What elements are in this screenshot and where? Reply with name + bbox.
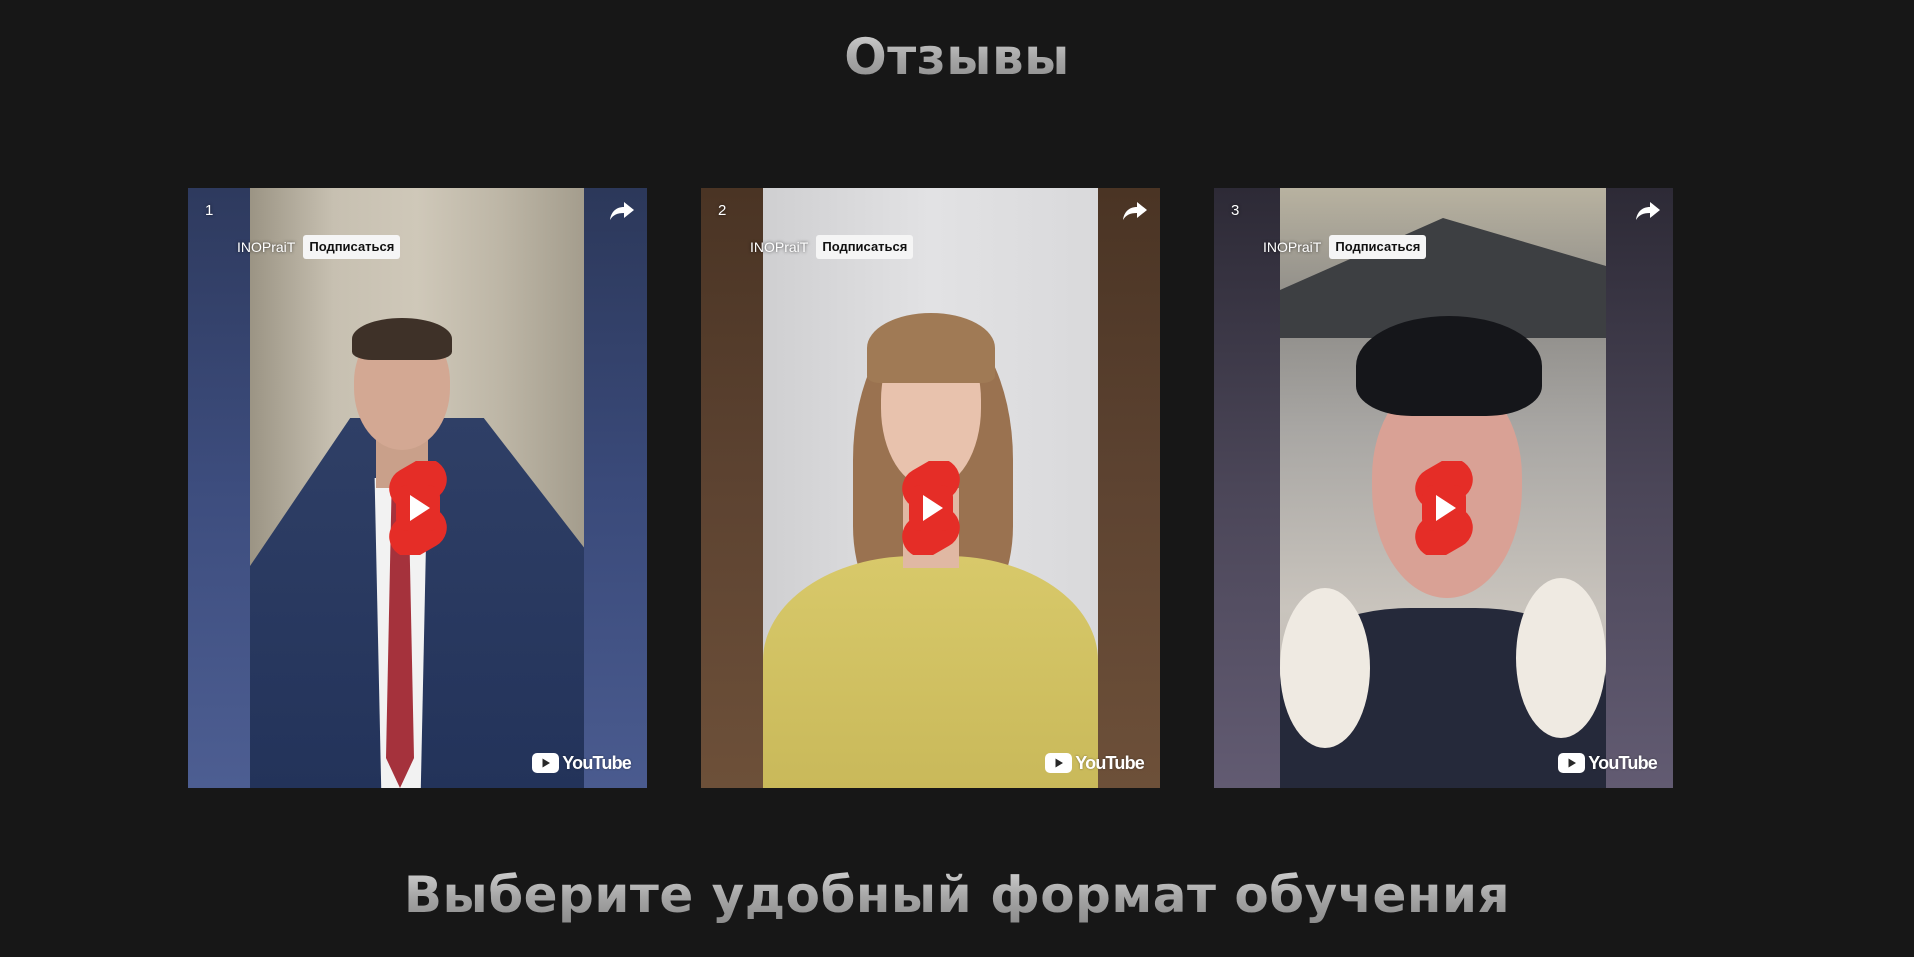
cap-shape: [1356, 316, 1542, 416]
video-index: 2: [718, 202, 727, 219]
video-index: 3: [1231, 202, 1240, 219]
youtube-logo[interactable]: YouTube: [1045, 753, 1145, 773]
youtube-wordmark: YouTube: [1588, 753, 1658, 773]
video-card-2[interactable]: 2 INOPraiT Подписаться YouTube: [701, 188, 1160, 788]
share-icon[interactable]: [1635, 200, 1661, 222]
channel-row: INOPraiT Подписаться: [750, 235, 914, 259]
hair-shape: [352, 318, 452, 360]
youtube-logo[interactable]: YouTube: [1558, 753, 1658, 773]
share-icon[interactable]: [609, 200, 635, 222]
channel-name[interactable]: INOPraiT: [237, 238, 295, 256]
video-side-left: [1214, 188, 1280, 788]
video-card-3[interactable]: 3 INOPraiT Подписаться YouTube: [1214, 188, 1673, 788]
hair-top-shape: [867, 313, 995, 383]
subscribe-button[interactable]: Подписаться: [1329, 235, 1427, 259]
share-icon[interactable]: [1122, 200, 1148, 222]
video-side-left: [188, 188, 250, 788]
video-side-right: [584, 188, 647, 788]
youtube-shorts-play-icon[interactable]: [1408, 461, 1480, 555]
channel-name[interactable]: INOPraiT: [1263, 238, 1321, 256]
video-side-right: [1098, 188, 1160, 788]
youtube-shorts-play-icon[interactable]: [895, 461, 967, 555]
youtube-shorts-play-icon[interactable]: [382, 461, 454, 555]
reviews-heading: Отзывы: [0, 26, 1914, 88]
youtube-logo-icon: [1558, 753, 1586, 773]
youtube-wordmark: YouTube: [562, 753, 632, 773]
subscribe-button[interactable]: Подписаться: [303, 235, 401, 259]
youtube-wordmark: YouTube: [1075, 753, 1145, 773]
youtube-logo[interactable]: YouTube: [532, 753, 632, 773]
video-side-right: [1606, 188, 1673, 788]
youtube-logo-icon: [532, 753, 560, 773]
collar-right-shape: [1516, 578, 1606, 738]
format-heading: Выберите удобный формат обучения: [0, 864, 1914, 926]
channel-row: INOPraiT Подписаться: [237, 235, 401, 259]
collar-left-shape: [1280, 588, 1370, 748]
video-index: 1: [205, 202, 214, 219]
subscribe-button[interactable]: Подписаться: [816, 235, 914, 259]
channel-name[interactable]: INOPraiT: [750, 238, 808, 256]
video-card-1[interactable]: 1 INOPraiT Подписаться YouTube: [188, 188, 647, 788]
youtube-logo-icon: [1045, 753, 1073, 773]
video-side-left: [701, 188, 763, 788]
reviews-section: Отзывы 1 INOPraiT Подписаться YouTube 2 …: [0, 0, 1914, 957]
channel-row: INOPraiT Подписаться: [1263, 235, 1427, 259]
